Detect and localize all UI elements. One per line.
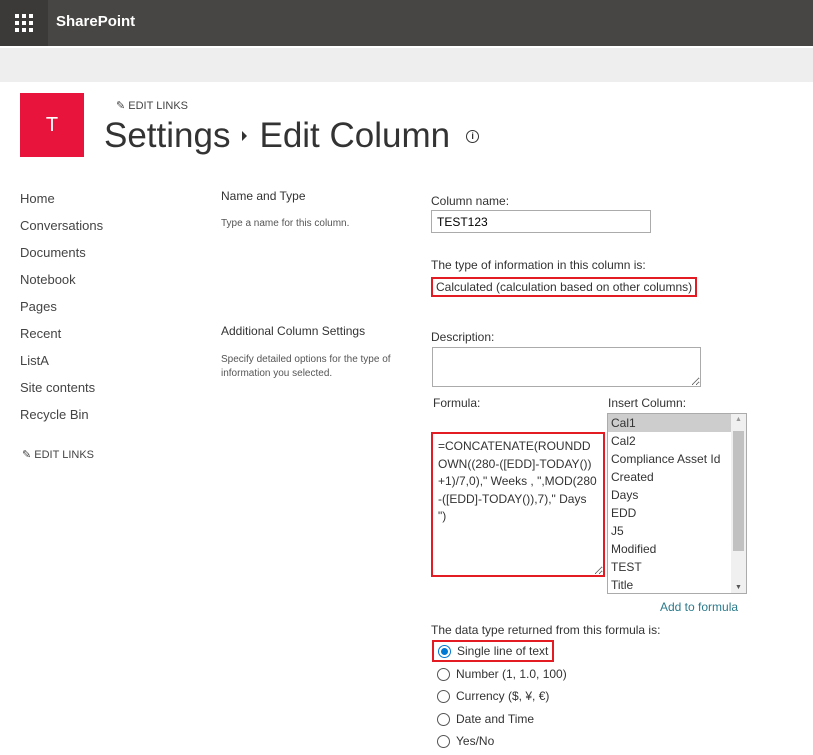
- section-description: Specify detailed options for the type of…: [221, 354, 391, 379]
- column-name-input[interactable]: [431, 210, 651, 233]
- edit-links-label: EDIT LINKS: [34, 449, 94, 461]
- type-value: Calculated (calculation based on other c…: [431, 277, 698, 297]
- edit-links-top[interactable]: ✎ EDIT LINKS: [116, 99, 188, 112]
- sidebar-item-documents[interactable]: Documents: [20, 245, 86, 260]
- radio-label: Single line of text: [457, 644, 549, 658]
- page-title: Settings Edit Column i: [104, 116, 480, 156]
- breadcrumb-current: Edit Column: [259, 116, 451, 155]
- column-option[interactable]: Modified: [608, 540, 732, 558]
- return-type-number[interactable]: Number (1, 1.0, 100): [437, 667, 567, 681]
- formula-input[interactable]: =CONCATENATE(ROUNDDOWN((280-([EDD]-TODAY…: [433, 434, 603, 575]
- radio-icon[interactable]: [437, 734, 450, 748]
- sidebar-item-lista[interactable]: ListA: [20, 353, 49, 368]
- section-heading: Name and Type: [221, 189, 306, 203]
- return-type-yes-no[interactable]: Yes/No: [437, 734, 494, 748]
- breadcrumb-settings[interactable]: Settings: [104, 116, 230, 156]
- radio-label: Number (1, 1.0, 100): [456, 667, 567, 681]
- column-option[interactable]: Title: [608, 576, 732, 593]
- sidebar-item-site-contents[interactable]: Site contents: [20, 380, 95, 395]
- column-option[interactable]: Compliance Asset Id: [608, 450, 732, 468]
- scroll-up-icon[interactable]: ▲: [735, 416, 742, 423]
- radio-label: Date and Time: [456, 712, 535, 726]
- formula-label: Formula:: [433, 396, 481, 410]
- breadcrumb-arrow-icon: [242, 131, 248, 141]
- sidebar-item-pages[interactable]: Pages: [20, 299, 57, 314]
- column-option[interactable]: Cal2: [608, 432, 732, 450]
- edit-links-label: EDIT LINKS: [128, 100, 188, 112]
- radio-label: Currency ($, ¥, €): [456, 689, 550, 703]
- add-to-formula-link[interactable]: Add to formula: [660, 600, 738, 614]
- description-label: Description:: [431, 330, 495, 344]
- column-option[interactable]: Days: [608, 486, 732, 504]
- column-option[interactable]: J5: [608, 522, 732, 540]
- info-icon[interactable]: i: [466, 129, 480, 143]
- radio-icon[interactable]: [437, 689, 450, 703]
- column-option[interactable]: Created: [608, 468, 732, 486]
- radio-selected-icon[interactable]: [438, 644, 451, 658]
- app-name[interactable]: SharePoint: [56, 13, 135, 30]
- radio-label: Yes/No: [456, 734, 495, 748]
- edit-links-nav[interactable]: ✎ EDIT LINKS: [22, 448, 94, 461]
- description-input[interactable]: [432, 347, 701, 387]
- insert-column-label: Insert Column:: [608, 396, 687, 410]
- app-launcher-icon[interactable]: [0, 0, 48, 46]
- command-strip: [0, 48, 813, 82]
- sidebar-item-home[interactable]: Home: [20, 191, 55, 206]
- scrollbar-thumb[interactable]: [733, 431, 744, 551]
- return-type-currency[interactable]: Currency ($, ¥, €): [437, 689, 549, 703]
- sidebar-item-recycle-bin[interactable]: Recycle Bin: [20, 407, 89, 422]
- return-type-date-time[interactable]: Date and Time: [437, 712, 534, 726]
- pencil-icon: ✎: [116, 100, 126, 112]
- scroll-down-icon[interactable]: ▼: [735, 584, 742, 591]
- radio-icon[interactable]: [437, 712, 450, 726]
- return-type-label: The data type returned from this formula…: [431, 623, 661, 637]
- type-label: The type of information in this column i…: [431, 258, 646, 272]
- sidebar-item-notebook[interactable]: Notebook: [20, 272, 76, 287]
- section-heading: Additional Column Settings: [221, 324, 366, 338]
- pencil-icon: ✎: [22, 449, 32, 461]
- section-description: Type a name for this column.: [221, 218, 350, 229]
- list-scrollbar[interactable]: ▲ ▼: [731, 414, 746, 593]
- sidebar-item-recent[interactable]: Recent: [20, 326, 61, 341]
- site-logo[interactable]: T: [20, 93, 84, 157]
- column-name-label: Column name:: [431, 194, 510, 208]
- column-option[interactable]: EDD: [608, 504, 732, 522]
- column-option[interactable]: TEST: [608, 558, 732, 576]
- insert-column-list[interactable]: Cal1 Cal2 Compliance Asset Id Created Da…: [607, 413, 747, 594]
- radio-icon[interactable]: [437, 667, 450, 681]
- column-option[interactable]: Cal1: [608, 414, 732, 432]
- return-type-single-line[interactable]: Single line of text: [432, 640, 555, 662]
- formula-highlight: =CONCATENATE(ROUNDDOWN((280-([EDD]-TODAY…: [431, 432, 605, 577]
- sidebar-item-conversations[interactable]: Conversations: [20, 218, 103, 233]
